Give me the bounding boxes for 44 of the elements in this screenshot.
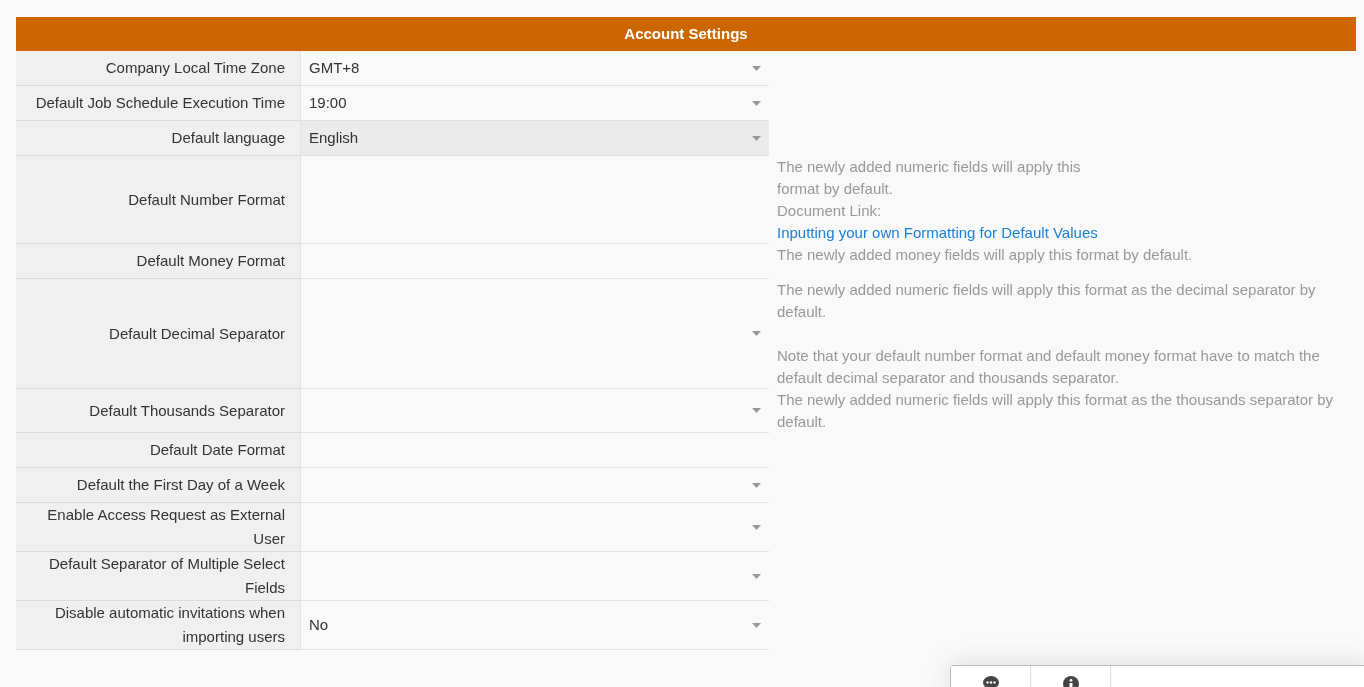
dropdown-field[interactable]: GMT+8 <box>300 51 769 86</box>
panel-title: Account Settings <box>624 25 748 42</box>
chat-button[interactable] <box>951 666 1031 687</box>
dropdown-field[interactable] <box>300 389 769 433</box>
caret-icon <box>752 622 761 628</box>
field-label: Default Separator of Multiple Select Fields <box>48 554 285 598</box>
input-field[interactable] <box>300 433 769 468</box>
chat-bubble-icon <box>982 676 999 687</box>
field-label: Default Money Format <box>136 251 285 271</box>
caret-icon <box>752 135 761 141</box>
field-label: Company Local Time Zone <box>105 58 285 78</box>
doc-link[interactable]: Inputting your own Formatting for Default Values <box>777 224 1098 241</box>
caret-icon <box>752 100 761 106</box>
caret-icon <box>752 65 761 71</box>
help-text: The newly added money fields will apply this format by default. <box>777 245 1194 265</box>
dropdown-field[interactable] <box>300 552 769 601</box>
info-button[interactable] <box>1031 666 1111 687</box>
caret-icon <box>752 331 761 336</box>
field-label: Disable automatic invitations when importing users <box>53 603 285 647</box>
dropdown-field[interactable]: 19:00 <box>300 86 769 121</box>
caret-icon <box>752 573 761 579</box>
help-text: The newly added numeric fields will apply this format as the decimal separator by default. <box>777 280 1317 322</box>
field-label: Default the First Day of a Week <box>76 475 285 495</box>
help-text: The newly added numeric fields will apply this format by default. Document Link: Inputting your own Formatting for Default Values <box>777 157 1099 243</box>
field-label: Enable Access Request as External User <box>46 505 285 549</box>
field-label: Default Thousands Separator <box>89 400 285 421</box>
field-label: Default Number Format <box>128 189 285 210</box>
field-label: Default language <box>171 128 285 148</box>
info-icon <box>1062 676 1079 687</box>
dropdown-field[interactable]: No <box>300 601 769 650</box>
field-label: Default Decimal Separator <box>109 323 285 344</box>
dropdown-field[interactable] <box>300 503 769 552</box>
caret-icon <box>752 482 761 488</box>
dropdown-field[interactable] <box>300 468 769 503</box>
field-label: Default Job Schedule Execution Time <box>35 93 285 113</box>
dropdown-field[interactable] <box>300 279 769 389</box>
input-field[interactable] <box>300 244 769 279</box>
dropdown-field[interactable]: English <box>300 121 769 156</box>
caret-icon <box>752 524 761 530</box>
help-text: The newly added numeric fields will apply this format as the thousands separator by default. <box>777 390 1335 432</box>
caret-icon <box>752 408 761 413</box>
help-text: Note that your default number format and default money format have to match the default decimal separator and thousands separator. <box>777 346 1321 388</box>
input-field[interactable] <box>300 156 769 244</box>
field-label: Default Date Format <box>149 440 285 460</box>
